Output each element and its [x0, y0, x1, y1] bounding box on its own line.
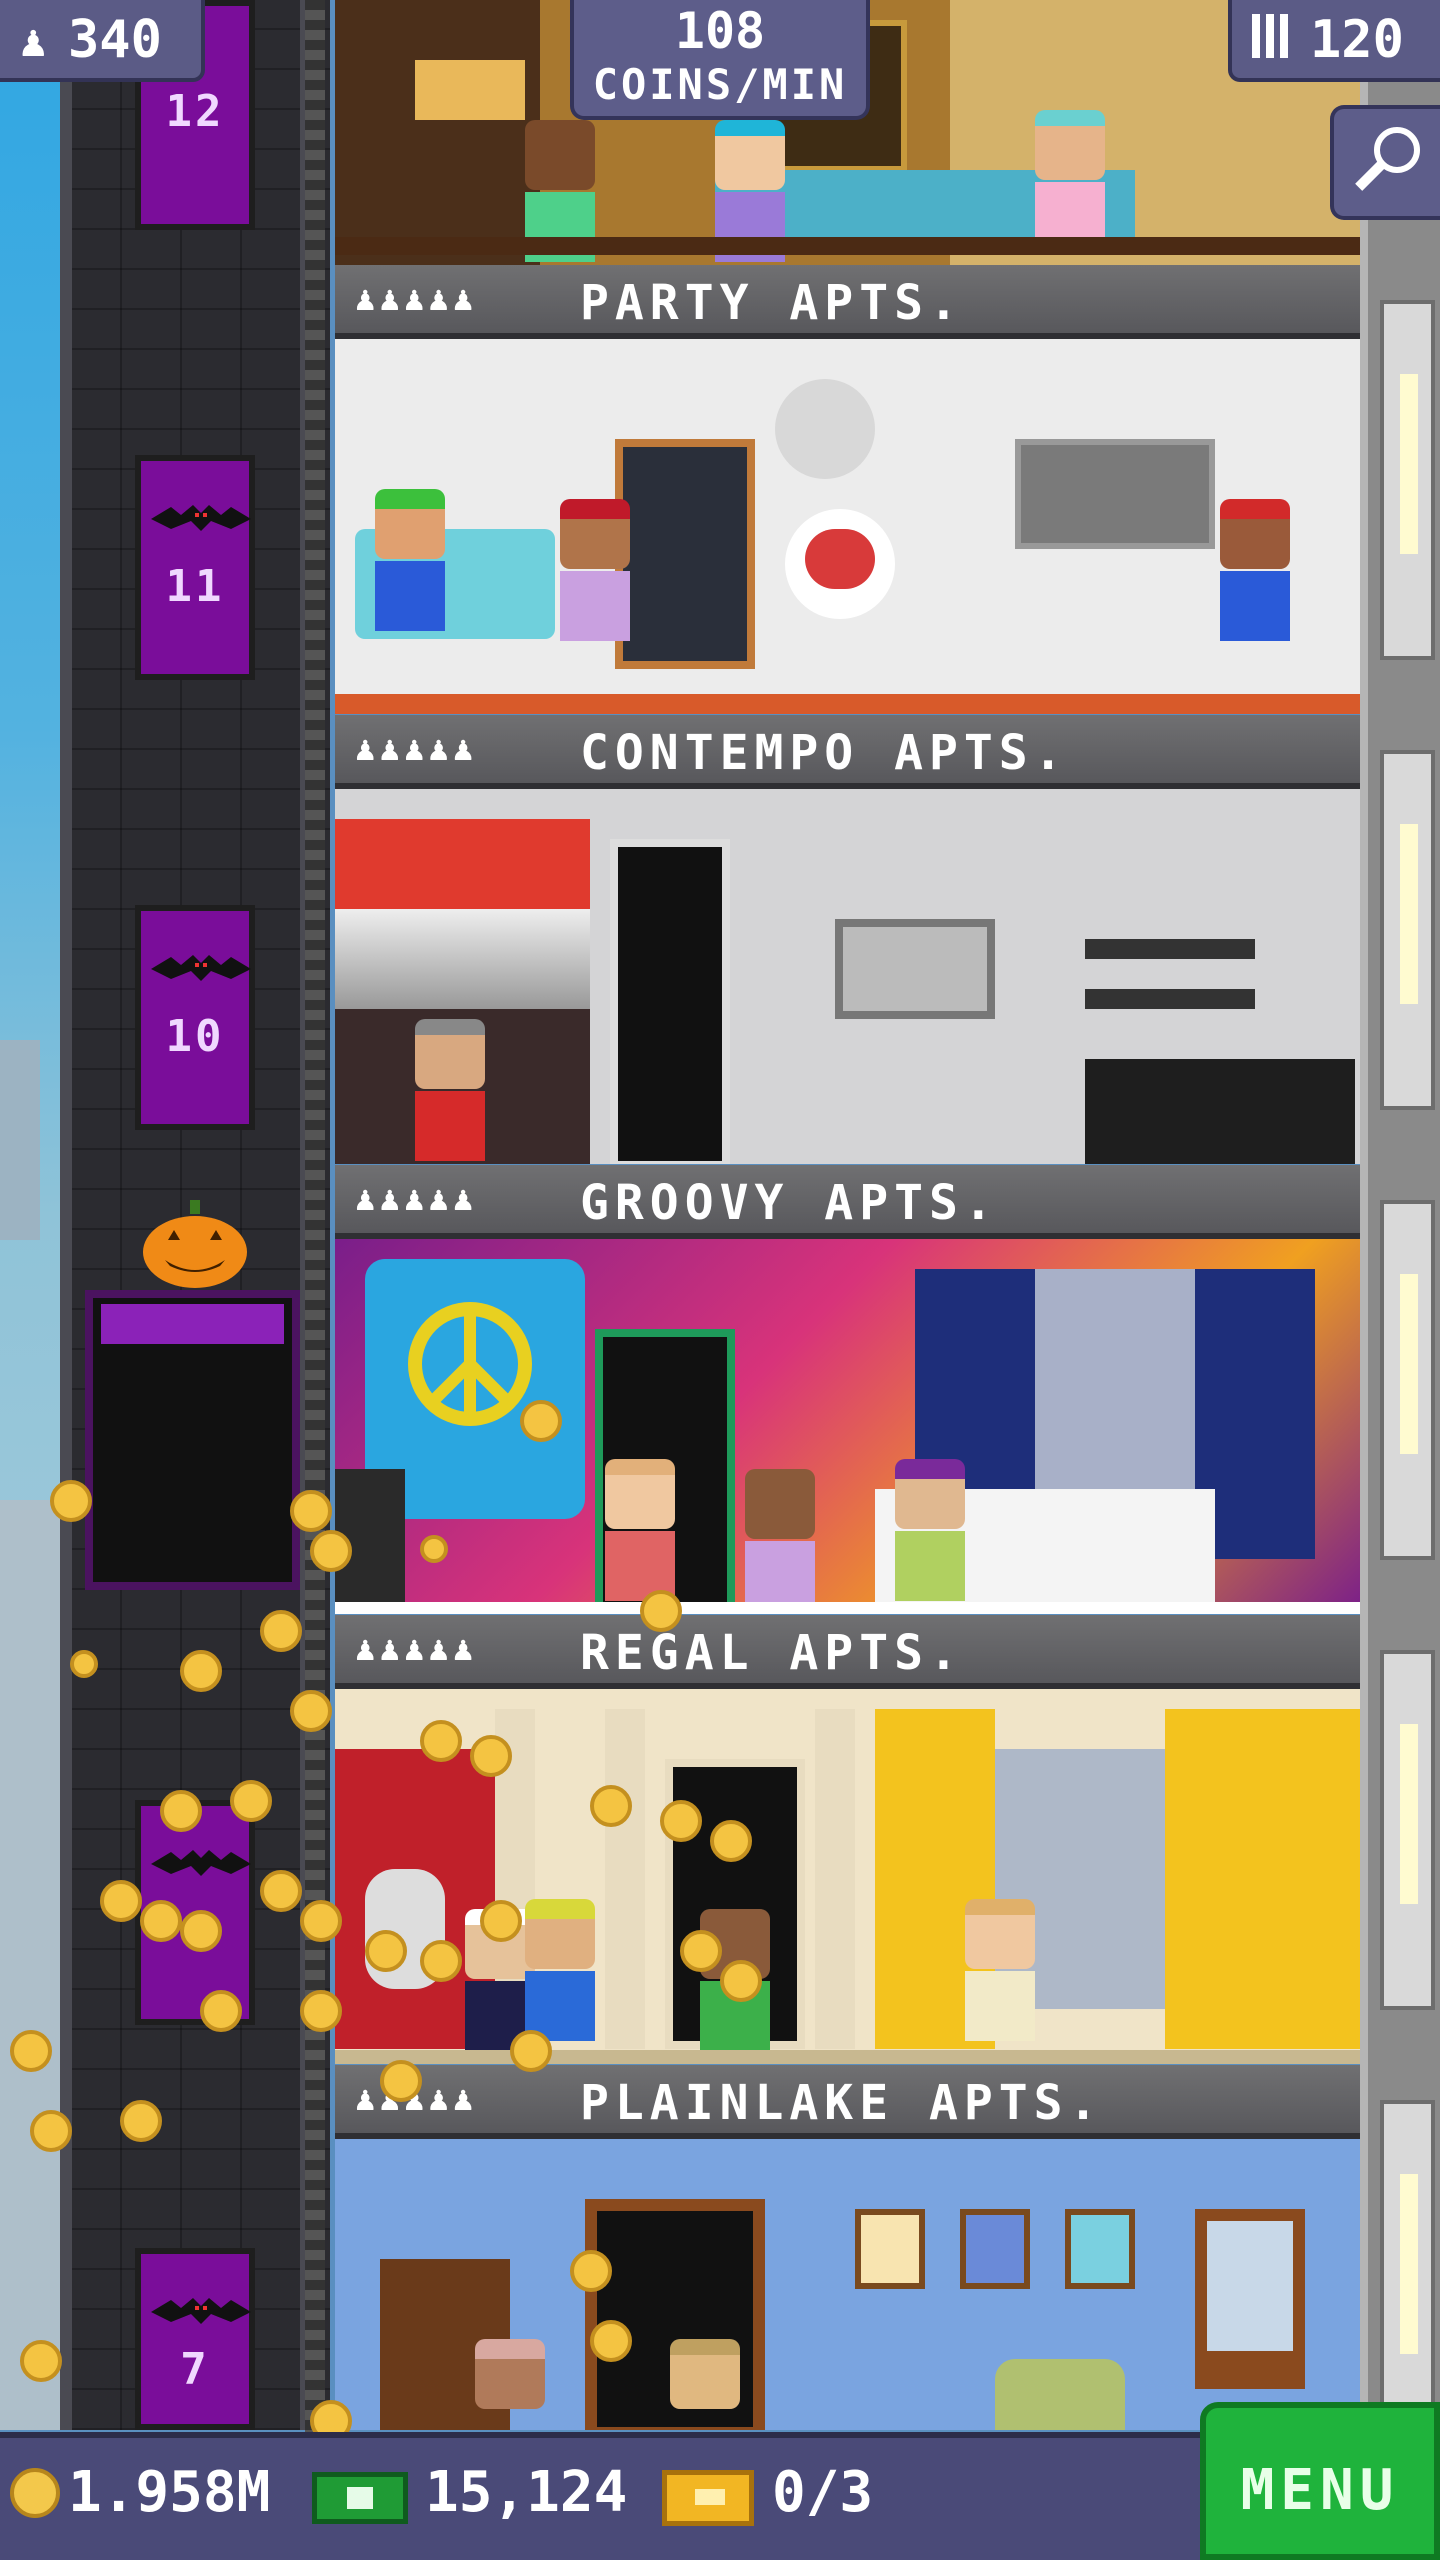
floor-name: REGAL APTS.	[580, 1625, 964, 1681]
floor-regal-apts[interactable]: ♟♟♟♟♟ REGAL APTS.	[335, 1615, 1360, 2065]
occupancy-icons: ♟♟♟♟♟	[355, 1629, 478, 1669]
occupancy-icons: ♟♟♟♟♟	[355, 279, 478, 319]
occupancy-icons: ♟♟♟♟♟	[355, 1179, 478, 1219]
coin-icon	[10, 2468, 60, 2518]
bat-icon	[151, 505, 251, 531]
floor-label-bar: ♟♟♟♟♟ CONTEMPO APTS.	[335, 715, 1360, 789]
floor-name: PLAINLAKE APTS.	[580, 2075, 1104, 2131]
floor-label-bar: ♟♟♟♟♟ PLAINLAKE APTS.	[335, 2065, 1360, 2139]
tower-window	[1380, 300, 1435, 660]
elevator-cable	[305, 0, 325, 2560]
floor-label-bar: ♟♟♟♟♟ REGAL APTS.	[335, 1615, 1360, 1689]
menu-button-label: MENU	[1240, 2458, 1400, 2523]
bat-icon	[151, 955, 251, 981]
coins-per-min-label: COINS/MIN	[592, 60, 848, 109]
coins-per-min-display[interactable]: 108 COINS/MIN	[570, 0, 870, 120]
floor-count-display[interactable]: 120	[1228, 0, 1440, 82]
menu-button[interactable]: MENU	[1200, 2402, 1440, 2560]
elevator-floor-10: 10	[135, 905, 255, 1130]
coins-total[interactable]: 1.958M	[68, 2460, 270, 2525]
elevator-car[interactable]	[85, 1290, 300, 1590]
bux-total[interactable]: 15,124	[425, 2460, 627, 2525]
bat-icon	[151, 2298, 251, 2324]
population-counter[interactable]: ♟ 340	[0, 0, 205, 82]
tower-window	[1380, 2100, 1435, 2430]
building-icon	[1252, 14, 1292, 58]
ticket-count[interactable]: 0/3	[772, 2460, 873, 2525]
pumpkin-icon	[143, 1200, 247, 1288]
floor-label-bar: ♟♟♟♟♟ GROOVY APTS.	[335, 1165, 1360, 1239]
zoom-button[interactable]	[1330, 105, 1440, 220]
tower-window	[1380, 750, 1435, 1110]
person-icon: ♟	[20, 16, 47, 67]
floor-party-apts[interactable]: ♟♟♟♟♟ PARTY APTS.	[335, 265, 1360, 715]
occupancy-icons: ♟♟♟♟♟	[355, 729, 478, 769]
tower-window	[1380, 1650, 1435, 2010]
elevator-floor-number: 12	[165, 86, 225, 137]
elevator-floor-7: 7	[135, 2248, 255, 2430]
peace-sign-icon	[408, 1302, 532, 1426]
floor-plainlake-apts[interactable]: ♟♟♟♟♟ PLAINLAKE APTS.	[335, 2065, 1360, 2430]
bux-icon	[312, 2472, 408, 2524]
bat-icon	[151, 1850, 251, 1876]
elevator-floor-number: 7	[180, 2344, 210, 2395]
elevator-floor-number: 10	[165, 1011, 225, 1062]
floor-groovy-apts[interactable]: ♟♟♟♟♟ GROOVY APTS.	[335, 1165, 1360, 1615]
population-value: 340	[68, 10, 162, 70]
elevator-floor-11: 11	[135, 455, 255, 680]
floor-name: PARTY APTS.	[580, 275, 964, 331]
elevator-floor-number: 11	[165, 561, 225, 612]
floor-label-bar: ♟♟♟♟♟ PARTY APTS.	[335, 265, 1360, 339]
floor-contempo-apts[interactable]: ♟♟♟♟♟ CONTEMPO APTS.	[335, 715, 1360, 1165]
tower-window	[1380, 1200, 1435, 1560]
floor-count-value: 120	[1310, 10, 1404, 70]
vip-ticket-icon	[662, 2470, 754, 2526]
coins-per-min-value: 108	[674, 2, 766, 60]
floor-name: GROOVY APTS.	[580, 1175, 999, 1231]
floor-name: CONTEMPO APTS.	[580, 725, 1069, 781]
